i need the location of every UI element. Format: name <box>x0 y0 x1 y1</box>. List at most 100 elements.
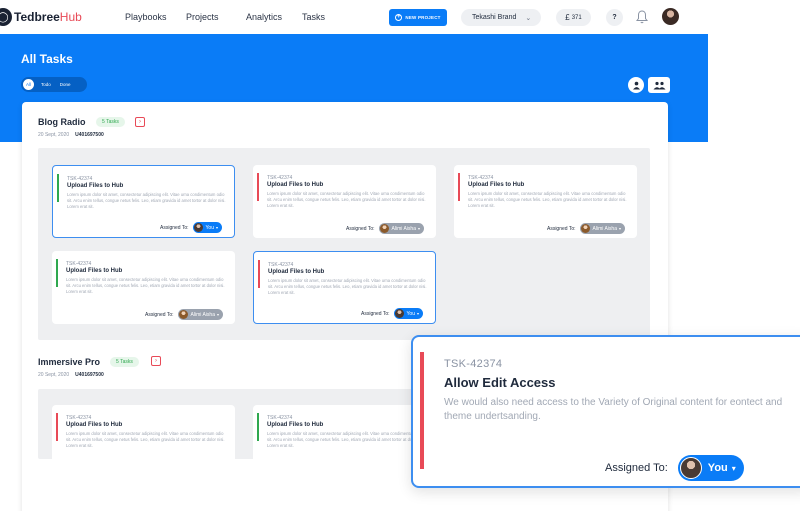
filter-tab-all[interactable]: All <box>23 79 34 90</box>
assignee-pill[interactable]: You ▾ <box>192 222 222 233</box>
task-title: Upload Files to Hub <box>67 183 124 189</box>
task-code: TSK-42374 <box>444 358 503 370</box>
filter-tab-todo[interactable]: Todo <box>41 82 51 87</box>
task-title: Allow Edit Access <box>444 375 556 390</box>
assignee-name: You <box>406 310 415 317</box>
task-code: TSK-42374 <box>66 415 92 421</box>
task-title: Upload Files to Hub <box>267 182 324 188</box>
avatar <box>178 310 188 319</box>
chevron-down-icon: ▾ <box>731 463 736 473</box>
new-project-button[interactable]: + NEW PROJECT <box>389 9 447 26</box>
task-card[interactable]: TSK-42374 Upload Files to Hub Lorem ipsu… <box>454 165 637 238</box>
assignee-row: Assigned To: You ▾ <box>160 222 222 233</box>
app-name-suffix: Hub <box>59 10 82 24</box>
nav-link-analytics[interactable]: Analytics <box>246 12 282 22</box>
assignee-name: Alimi Aisha <box>592 225 617 232</box>
app-logo[interactable]: ◯ TedbreeHub <box>0 8 82 26</box>
task-description: We would also need access to the Variety… <box>444 397 783 422</box>
nav-link-tasks[interactable]: Tasks <box>302 12 325 22</box>
task-title: Upload Files to Hub <box>66 268 123 274</box>
status-bar <box>56 413 58 441</box>
assignee-row: Assigned To: Alimi Aisha ▾ <box>145 309 223 320</box>
status-bar <box>458 173 460 201</box>
credit-value: 371 <box>571 14 582 21</box>
assigned-label: Assigned To: <box>605 462 668 474</box>
nav-link-projects[interactable]: Projects <box>186 12 219 22</box>
task-card[interactable]: TSK-42374 Upload Files to Hub Lorem ipsu… <box>253 165 436 238</box>
task-card[interactable]: TSK-42374 Upload Files to Hub Lorem ipsu… <box>52 405 235 478</box>
task-card[interactable]: TSK-42374 Upload Files to Hub Lorem ipsu… <box>52 251 235 324</box>
task-title: Upload Files to Hub <box>66 422 123 428</box>
task-detail-popover[interactable]: TSK-42374 Allow Edit Access We would als… <box>411 335 800 488</box>
user-avatar[interactable] <box>662 8 679 25</box>
assigned-label: Assigned To: <box>144 311 174 318</box>
brand-select[interactable]: Tekashi Brand ⌄ <box>461 9 541 26</box>
view-toggle <box>628 77 670 93</box>
avatar <box>379 224 389 233</box>
task-code: TSK-42374 <box>67 176 93 182</box>
task-count-badge: 5 Tasks <box>96 117 125 127</box>
assignee-pill[interactable]: You ▾ <box>677 455 744 481</box>
assignee-row: Assigned To: You ▾ <box>605 455 744 481</box>
assignee-row: Assigned To: Alimi Aisha ▾ <box>547 223 625 234</box>
team-view-icon[interactable] <box>648 77 670 93</box>
task-card[interactable]: TSK-42374 Upload Files to Hub Lorem ipsu… <box>253 251 436 324</box>
project-code: U401697500 <box>75 372 104 378</box>
filter-tab-done[interactable]: Done <box>60 82 71 87</box>
assignee-pill[interactable]: Alimi Aisha ▾ <box>177 309 223 320</box>
project-code: U401697500 <box>75 132 104 138</box>
project-date: 20 Sept, 2020 <box>38 372 70 378</box>
assignee-name: Alimi Aisha <box>190 311 215 318</box>
assigned-label: Assigned To: <box>546 225 576 232</box>
open-project-icon[interactable]: › <box>135 117 145 127</box>
assignee-pill[interactable]: You ▾ <box>393 308 423 319</box>
bell-icon[interactable] <box>636 10 648 24</box>
chevron-down-icon: ▾ <box>417 226 420 231</box>
brand-select-value: Tekashi Brand <box>472 14 517 21</box>
assigned-label: Assigned To: <box>160 224 189 231</box>
status-bar <box>258 260 260 288</box>
chevron-down-icon: ▾ <box>215 225 218 230</box>
status-bar <box>257 173 259 201</box>
page-title: All Tasks <box>21 52 73 66</box>
assignee-row: Assigned To: Alimi Aisha ▾ <box>346 223 424 234</box>
chevron-down-icon: ⌄ <box>525 14 532 22</box>
task-title: Upload Files to Hub <box>267 422 324 428</box>
task-code: TSK-42374 <box>468 175 494 181</box>
assignee-name: You <box>205 224 214 231</box>
user-view-icon[interactable] <box>628 77 644 93</box>
chevron-down-icon: ▾ <box>416 311 419 316</box>
status-bar <box>420 352 424 469</box>
project-title[interactable]: Blog Radio <box>38 117 86 127</box>
nav-link-playbooks[interactable]: Playbooks <box>125 12 167 22</box>
task-description: Lorem ipsum dolor sit amet, consectetur … <box>267 191 426 208</box>
project-meta: 20 Sept, 2020 U401697500 <box>38 132 104 138</box>
task-card[interactable]: TSK-42374 Upload Files to Hub Lorem ipsu… <box>253 405 436 478</box>
chevron-down-icon: ▾ <box>216 312 219 317</box>
assignee-pill[interactable]: Alimi Aisha ▾ <box>579 223 625 234</box>
new-project-label: NEW PROJECT <box>405 15 441 20</box>
task-card[interactable]: TSK-42374 Upload Files to Hub Lorem ipsu… <box>52 165 235 238</box>
status-bar <box>56 259 58 287</box>
status-bar <box>257 413 259 441</box>
currency-symbol: £ <box>565 13 570 22</box>
assignee-row: Assigned To: You ▾ <box>361 308 423 319</box>
app-name: Tedbree <box>14 10 60 24</box>
status-bar <box>57 174 59 202</box>
assignee-pill[interactable]: Alimi Aisha ▾ <box>378 223 424 234</box>
task-description: Lorem ipsum dolor sit amet, consectetur … <box>67 192 226 209</box>
open-project-icon[interactable]: › <box>151 356 161 366</box>
project-meta: 20 Sept, 2020 U401697500 <box>38 372 104 378</box>
task-description: Lorem ipsum dolor sit amet, consectetur … <box>267 431 426 448</box>
task-description: Lorem ipsum dolor sit amet, consectetur … <box>268 278 427 295</box>
plus-circle-icon: + <box>395 14 403 21</box>
assignee-name: Alimi Aisha <box>391 225 416 232</box>
project-title[interactable]: Immersive Pro <box>38 357 100 367</box>
credit-balance[interactable]: £ 371 <box>556 9 591 26</box>
top-navbar: ◯ TedbreeHub Playbooks Projects Analytic… <box>0 0 708 34</box>
tedbree-logo-icon: ◯ <box>0 8 12 26</box>
help-button[interactable]: ? <box>606 9 623 26</box>
question-icon: ? <box>612 14 617 21</box>
task-description: Lorem ipsum dolor sit amet, consectetur … <box>66 277 225 294</box>
project-date: 20 Sept, 2020 <box>38 132 70 138</box>
